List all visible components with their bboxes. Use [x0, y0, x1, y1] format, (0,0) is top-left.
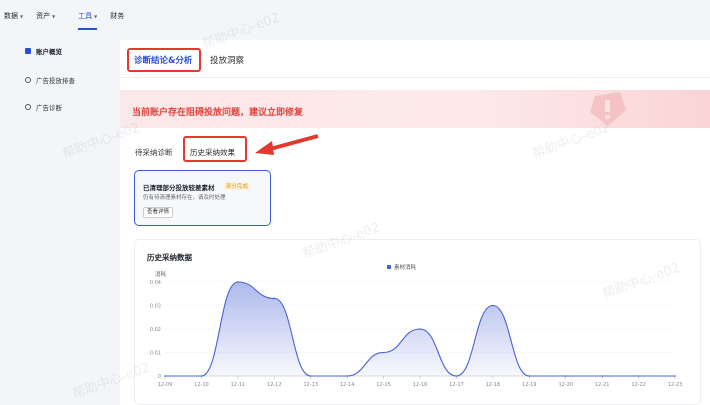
data-point [455, 375, 458, 377]
warning-shield-icon [590, 92, 626, 126]
y-axis-label: 消耗 [155, 270, 167, 278]
sidebar-item-label: 账户概览 [36, 48, 62, 56]
legend-label: 素材消耗 [394, 263, 417, 271]
x-tick-label: 12-22 [631, 382, 646, 388]
sidebar-item-account-overview[interactable]: 账户概览 [25, 46, 62, 56]
status-badge: 部分完成 [224, 182, 251, 190]
x-tick-label: 12-18 [486, 382, 501, 388]
alert-text: 当前账户存在阻碍投放问题，建议立即修复 [132, 108, 304, 118]
data-point [419, 328, 421, 330]
data-point [601, 375, 603, 377]
data-point [528, 375, 531, 377]
nav-finance[interactable]: 财务 [110, 11, 124, 21]
x-tick-label: 12-19 [522, 382, 537, 388]
x-tick-label: 12-12 [267, 382, 282, 388]
data-point [492, 304, 494, 307]
card-title: 已清理部分投放较差素材 [143, 184, 215, 192]
x-tick-label: 12-10 [194, 382, 209, 388]
x-tick-label: 12-11 [231, 382, 246, 388]
diagnosis-card: 已清理部分投放较差素材 部分完成 仍有待清理素材存在，请及时处理 查看详情 [134, 170, 271, 226]
highlight-box [183, 136, 247, 162]
chevron-down-icon: ▼ [52, 13, 56, 19]
data-point [637, 375, 640, 377]
main-panel: 诊断结论&分析 投放洞察 当前账户存在阻碍投放问题，建议立即修复 待采纳诊断 历… [120, 40, 710, 405]
x-tick-label: 12-23 [668, 382, 683, 388]
nav-assets[interactable]: 资产 ▼ [36, 11, 55, 21]
legend-swatch [387, 265, 391, 269]
sidebar: 账户概览 广告投放排查 广告诊断 [0, 32, 118, 405]
y-tick-label: 0 [158, 374, 161, 380]
history-chart-panel: 历史采纳数据 0 0.01 0.02 0.03 0.04 消耗 12-09 12-10 12-1… [134, 239, 701, 405]
diagnosis-icon [25, 104, 31, 110]
x-tick-label: 12-17 [449, 382, 464, 388]
card-description: 仍有待清理素材存在，请及时处理 [143, 195, 226, 201]
document-icon [25, 48, 31, 54]
y-tick-label: 0.03 [150, 304, 161, 310]
y-tick-label: 0.01 [150, 351, 161, 357]
sidebar-item-label: 广告投放排查 [36, 77, 75, 85]
data-point [346, 375, 348, 377]
x-tick-label: 12-15 [376, 382, 391, 388]
nav-tools-label: 工具 [78, 12, 93, 20]
sidebar-item-ad-diagnosis[interactable]: 广告诊断 [25, 102, 62, 112]
sidebar-item-ad-troubleshoot[interactable]: 广告投放排查 [25, 75, 75, 85]
gear-icon [25, 77, 31, 83]
history-area-chart: 0 0.01 0.02 0.03 0.04 消耗 12-09 12-10 12-11 12-12 1… [150, 263, 683, 388]
x-tick-label: 12-09 [158, 382, 173, 388]
data-point [200, 375, 203, 377]
subtab-pending[interactable]: 待采纳诊断 [135, 147, 173, 158]
y-tick-label: 0.02 [150, 327, 161, 333]
data-point [273, 297, 276, 300]
x-tick-label: 12-13 [303, 382, 318, 388]
nav-assets-label: 资产 [36, 12, 51, 20]
nav-finance-label: 财务 [110, 12, 125, 20]
data-point [564, 375, 567, 377]
nav-data-label: 数据 [4, 12, 18, 20]
chevron-down-icon: ▼ [94, 13, 98, 19]
y-tick-label: 0.04 [150, 280, 161, 286]
highlight-box [127, 48, 201, 72]
nav-data[interactable]: 数据 ▼ [4, 11, 23, 21]
data-point [237, 281, 239, 283]
tab-insights[interactable]: 投放洞察 [210, 54, 244, 66]
nav-tools[interactable]: 工具 ▼ [78, 11, 98, 30]
x-tick-label: 12-14 [340, 382, 355, 388]
x-tick-label: 12-21 [595, 382, 610, 388]
tab-bar: 诊断结论&分析 投放洞察 [120, 40, 710, 78]
data-point [309, 375, 312, 377]
data-point [674, 375, 676, 377]
alert-banner: 当前账户存在阻碍投放问题，建议立即修复 [120, 90, 710, 128]
view-details-button[interactable]: 查看详情 [143, 207, 173, 218]
top-nav: 数据 ▼ 资产 ▼ 工具 ▼ 财务 [0, 0, 710, 32]
data-point [382, 351, 385, 354]
x-tick-label: 12-20 [558, 382, 573, 388]
x-tick-label: 12-16 [413, 382, 428, 388]
data-point [164, 375, 166, 377]
sidebar-item-label: 广告诊断 [36, 104, 62, 112]
chevron-down-icon: ▼ [20, 13, 24, 19]
arrow-annotation [255, 134, 319, 155]
